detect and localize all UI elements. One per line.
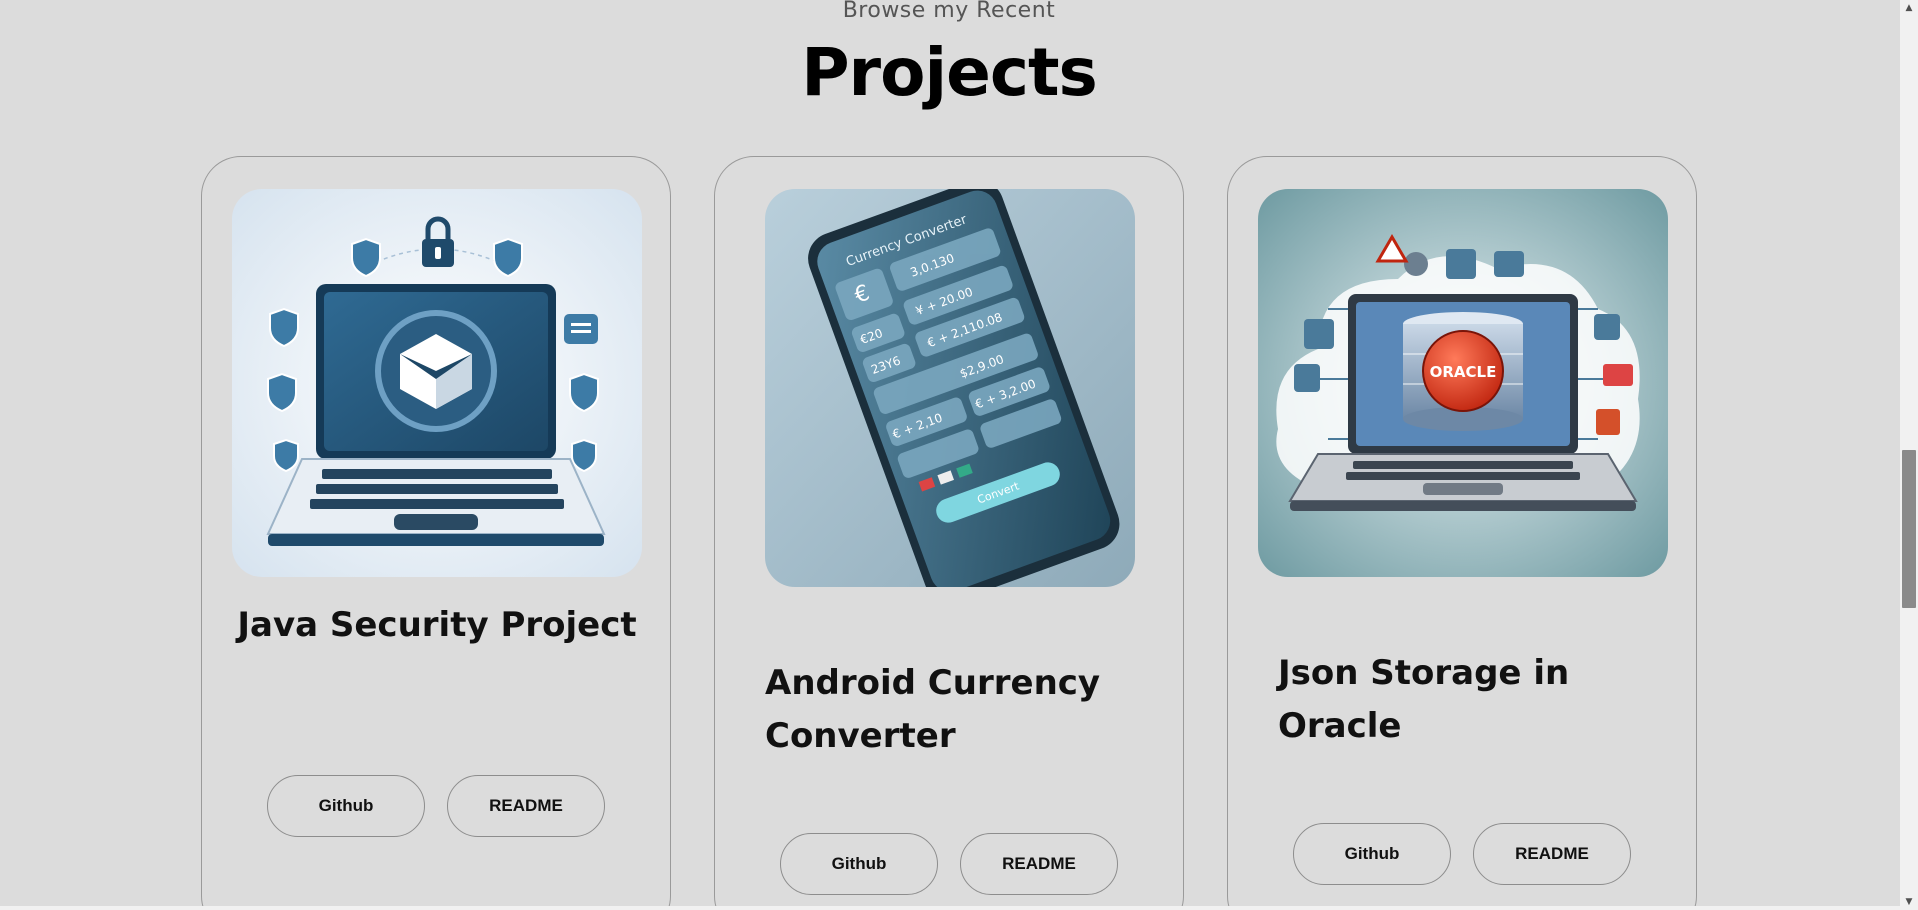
project-card-java-security: Java Security Project Github README bbox=[201, 156, 671, 910]
laptop-oracle-image: ORACLE bbox=[1258, 189, 1668, 577]
horizontal-scrollbar[interactable] bbox=[0, 906, 1900, 910]
project-title: Java Security Project bbox=[237, 605, 637, 645]
github-button[interactable]: Github bbox=[267, 775, 425, 837]
project-title: Android Currency Converter bbox=[765, 663, 1101, 756]
vertical-scrollbar[interactable]: ▲ ▼ bbox=[1900, 0, 1918, 910]
scroll-up-arrow-icon[interactable]: ▲ bbox=[1900, 0, 1918, 16]
github-button[interactable]: Github bbox=[780, 833, 938, 895]
readme-button[interactable]: README bbox=[960, 833, 1118, 895]
page: Browse my Recent Projects Java Security … bbox=[0, 0, 1918, 910]
phone-currency-image: Currency Converter € 3,0.130 €20 ¥ + 20.… bbox=[765, 189, 1135, 587]
section-subtitle: Browse my Recent bbox=[842, 0, 1056, 23]
oracle-logo-text: ORACLE bbox=[1430, 363, 1497, 381]
scroll-thumb[interactable] bbox=[1902, 450, 1916, 608]
laptop-security-image bbox=[232, 189, 642, 577]
project-title: Json Storage in Oracle bbox=[1278, 653, 1570, 746]
scroll-down-arrow-icon[interactable]: ▼ bbox=[1900, 894, 1918, 910]
project-card-android-currency: Currency Converter € 3,0.130 €20 ¥ + 20.… bbox=[714, 156, 1184, 910]
github-button[interactable]: Github bbox=[1293, 823, 1451, 885]
readme-button[interactable]: README bbox=[447, 775, 605, 837]
project-card-json-oracle: ORACLE Json Storage in Oracle Github REA… bbox=[1227, 156, 1697, 910]
readme-button[interactable]: README bbox=[1473, 823, 1631, 885]
section-title: Projects bbox=[801, 34, 1098, 111]
